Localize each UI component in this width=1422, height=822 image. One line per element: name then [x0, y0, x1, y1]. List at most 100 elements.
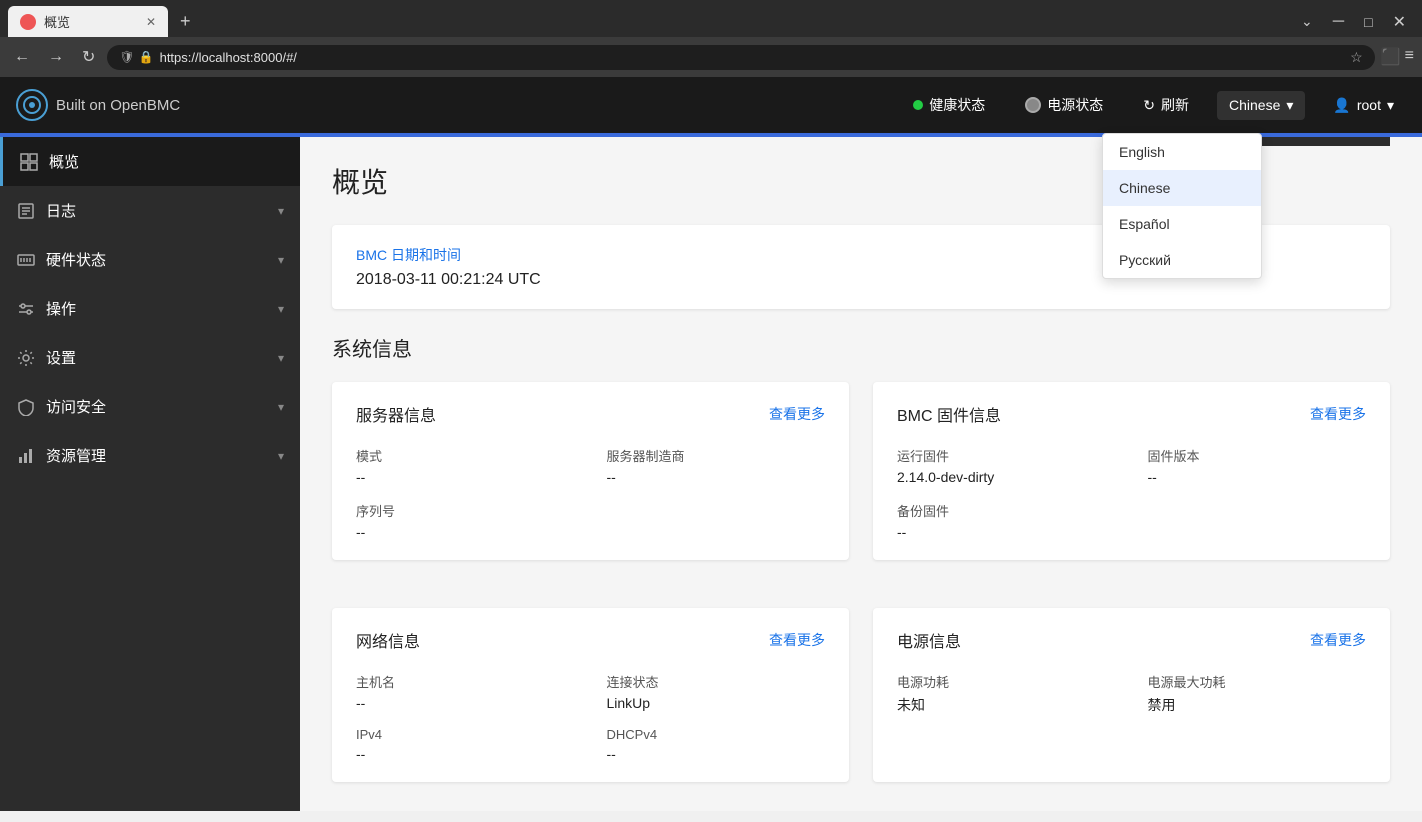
- health-status-label: 健康状态: [929, 95, 985, 115]
- sidebar-item-settings[interactable]: 设置 ▾: [0, 333, 300, 382]
- bmc-firmware-view-more[interactable]: 查看更多: [1310, 404, 1366, 424]
- lang-option-spanish[interactable]: Español: [1103, 206, 1261, 242]
- network-dhcpv4-field: DHCPv4 --: [607, 727, 826, 762]
- openbmc-logo-icon: [16, 89, 48, 121]
- language-selector[interactable]: Chinese ▾: [1217, 91, 1305, 120]
- power-info-header: 电源信息 查看更多: [897, 628, 1366, 652]
- language-label: Chinese: [1229, 97, 1280, 113]
- power-max-value: 禁用: [1148, 695, 1367, 715]
- server-info-header: 服务器信息 查看更多: [356, 402, 825, 426]
- server-info-view-more[interactable]: 查看更多: [769, 404, 825, 424]
- refresh-label: 刷新: [1161, 95, 1189, 115]
- server-bmc-sections: 服务器信息 查看更多 模式 -- 服务器制造商 -- 序列号: [332, 382, 1390, 584]
- maximize-button[interactable]: □: [1356, 10, 1380, 34]
- network-connection-value: LinkUp: [607, 695, 826, 711]
- network-power-sections: 网络信息 查看更多 主机名 -- 连接状态 LinkUp IP: [332, 608, 1390, 806]
- sidebar-item-overview[interactable]: 概览: [0, 137, 300, 186]
- bmc-firmware-card: BMC 固件信息 查看更多 运行固件 2.14.0-dev-dirty 固件版本…: [873, 382, 1390, 560]
- bmc-fw-version-field: 固件版本 --: [1148, 446, 1367, 485]
- hardware-label: 硬件状态: [46, 249, 268, 270]
- settings-icon: [16, 348, 36, 368]
- sidebar-item-logs[interactable]: 日志 ▾: [0, 186, 300, 235]
- power-max-field: 电源最大功耗 禁用: [1148, 672, 1367, 715]
- logs-arrow-icon: ▾: [278, 204, 284, 218]
- hardware-arrow-icon: ▾: [278, 253, 284, 267]
- network-connection-label: 连接状态: [607, 672, 826, 691]
- tab-list-button[interactable]: ⌄: [1293, 9, 1321, 34]
- resources-arrow-icon: ▾: [278, 449, 284, 463]
- network-info-card: 网络信息 查看更多 主机名 -- 连接状态 LinkUp IP: [332, 608, 849, 782]
- network-ipv4-field: IPv4 --: [356, 727, 575, 762]
- bmc-firmware-header: BMC 固件信息 查看更多: [897, 402, 1366, 426]
- tab-label: 概览: [44, 12, 138, 31]
- bmc-fw-version-label: 固件版本: [1148, 446, 1367, 465]
- power-status-label: 电源状态: [1047, 95, 1103, 115]
- user-chevron-icon: ▾: [1387, 97, 1394, 114]
- address-bar[interactable]: 🛡 🔒 https://localhost:8000/#/ ☆: [107, 45, 1374, 70]
- lang-option-english[interactable]: English: [1103, 134, 1261, 170]
- network-hostname-field: 主机名 --: [356, 672, 575, 711]
- network-info-header: 网络信息 查看更多: [356, 628, 825, 652]
- browser-actions: ⬛ ≡: [1381, 47, 1414, 67]
- sidebar-item-resources[interactable]: 资源管理 ▾: [0, 431, 300, 480]
- power-dot-icon: [1025, 97, 1041, 113]
- refresh-button[interactable]: ↻: [76, 43, 101, 71]
- bookmark-icon[interactable]: ☆: [1350, 49, 1363, 66]
- sidebar-item-operations[interactable]: 操作 ▾: [0, 284, 300, 333]
- lock-icon: 🔒: [139, 50, 154, 64]
- security-arrow-icon: ▾: [278, 400, 284, 414]
- server-info-title: 服务器信息: [356, 402, 436, 426]
- sidebar: 概览 日志 ▾ 硬件状态 ▾ 操作 ▾: [0, 137, 300, 811]
- url-text: https://localhost:8000/#/: [160, 50, 1345, 65]
- bmc-firmware-title: BMC 固件信息: [897, 402, 1001, 426]
- logs-icon: [16, 201, 36, 221]
- operations-icon: [16, 299, 36, 319]
- hardware-icon: [16, 250, 36, 270]
- settings-arrow-icon: ▾: [278, 351, 284, 365]
- resources-label: 资源管理: [46, 445, 268, 466]
- lang-option-russian[interactable]: Русский: [1103, 242, 1261, 278]
- bmc-backup-fw-field: 备份固件 --: [897, 501, 1116, 540]
- server-model-value: --: [356, 469, 575, 485]
- settings-label: 设置: [46, 347, 268, 368]
- menu-icon[interactable]: ≡: [1405, 47, 1414, 67]
- server-serial-value: --: [356, 524, 575, 540]
- logs-label: 日志: [46, 200, 268, 221]
- security-icon: [16, 397, 36, 417]
- forward-button[interactable]: →: [42, 44, 70, 70]
- top-navbar: Built on OpenBMC 健康状态 电源状态 ↻ 刷新 Chinese …: [0, 77, 1422, 133]
- server-info-grid: 模式 -- 服务器制造商 -- 序列号 --: [356, 446, 825, 540]
- network-connection-field: 连接状态 LinkUp: [607, 672, 826, 711]
- overview-icon: [19, 152, 39, 172]
- bmc-backup-fw-label: 备份固件: [897, 501, 1116, 520]
- server-manufacturer-value: --: [607, 469, 826, 485]
- back-button[interactable]: ←: [8, 44, 36, 70]
- tab-close-button[interactable]: ✕: [146, 15, 156, 29]
- health-status-button[interactable]: 健康状态: [901, 89, 997, 121]
- sidebar-item-hardware[interactable]: 硬件状态 ▾: [0, 235, 300, 284]
- extensions-icon[interactable]: ⬛: [1381, 47, 1401, 67]
- bmc-running-fw-label: 运行固件: [897, 446, 1116, 465]
- close-button[interactable]: ✕: [1385, 8, 1414, 36]
- power-status-button[interactable]: 电源状态: [1013, 89, 1115, 121]
- bmc-fw-version-value: --: [1148, 469, 1367, 485]
- minimize-button[interactable]: ─: [1325, 9, 1352, 35]
- lang-option-chinese[interactable]: Chinese: [1103, 170, 1261, 206]
- new-tab-button[interactable]: +: [172, 11, 199, 32]
- server-serial-label: 序列号: [356, 501, 575, 520]
- sidebar-item-security[interactable]: 访问安全 ▾: [0, 382, 300, 431]
- browser-tab[interactable]: 概览 ✕: [8, 6, 168, 37]
- brand-text: Built on OpenBMC: [56, 97, 180, 114]
- server-model-field: 模式 --: [356, 446, 575, 485]
- overview-label: 概览: [49, 151, 284, 172]
- network-ipv4-label: IPv4: [356, 727, 575, 742]
- power-info-view-more[interactable]: 查看更多: [1310, 630, 1366, 650]
- user-menu[interactable]: 👤 root ▾: [1321, 91, 1406, 120]
- power-info-card: 电源信息 查看更多 电源功耗 未知 电源最大功耗 禁用: [873, 608, 1390, 782]
- network-info-view-more[interactable]: 查看更多: [769, 630, 825, 650]
- refresh-button[interactable]: ↻ 刷新: [1131, 89, 1201, 121]
- bmc-firmware-grid: 运行固件 2.14.0-dev-dirty 固件版本 -- 备份固件 --: [897, 446, 1366, 540]
- operations-arrow-icon: ▾: [278, 302, 284, 316]
- bmc-running-fw-value: 2.14.0-dev-dirty: [897, 469, 1116, 485]
- sol-console-button[interactable]: SOL控制台 →: [1252, 137, 1390, 146]
